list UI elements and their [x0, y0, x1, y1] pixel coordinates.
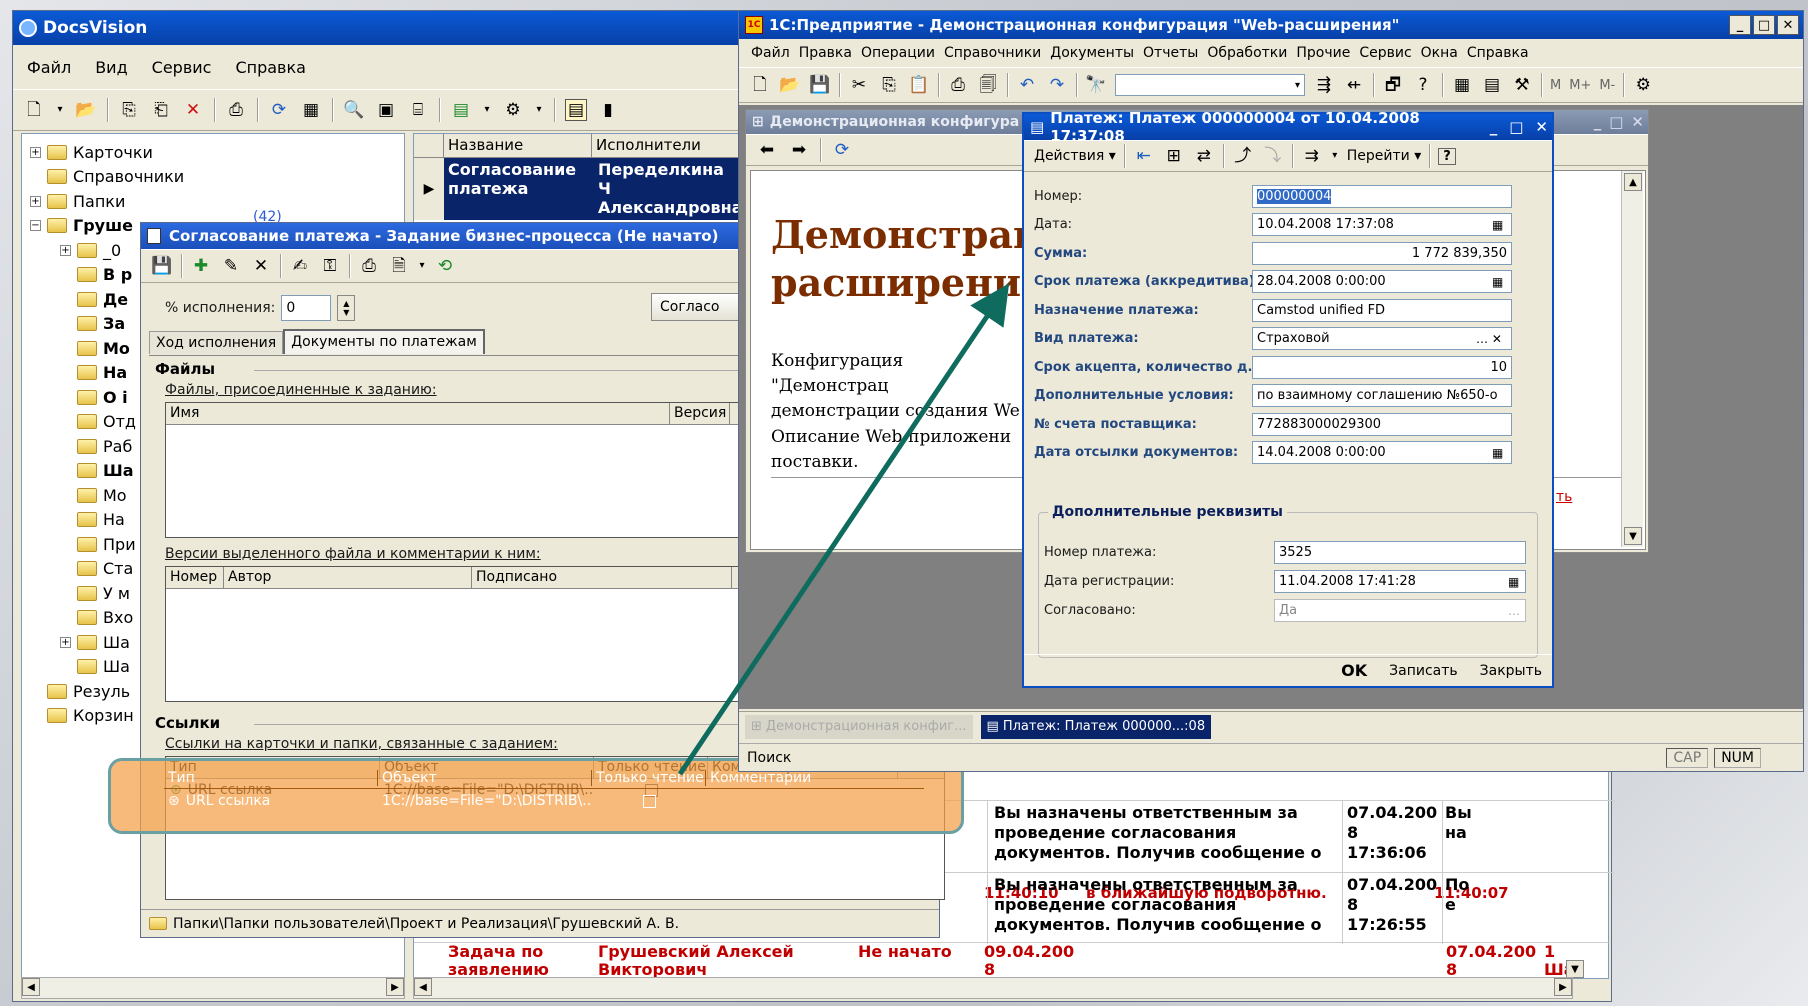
annotation-arrow [677, 283, 1010, 776]
arrow-line [677, 283, 1010, 776]
